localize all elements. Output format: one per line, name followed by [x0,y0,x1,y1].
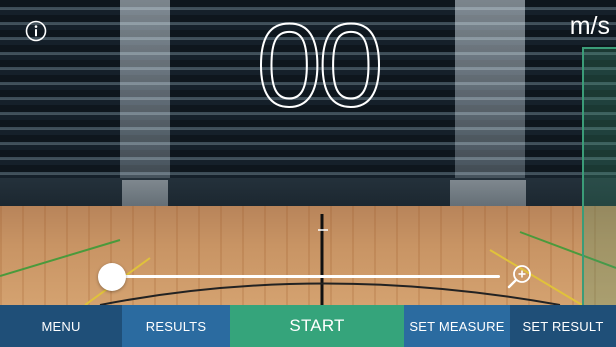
unit-label: m/s [569,12,610,40]
zoom-slider-thumb[interactable] [98,263,126,291]
speed-readout: 00 [255,0,384,132]
bottom-toolbar: MENU RESULTS START SET MEASURE SET RESUL… [0,305,616,347]
start-button[interactable]: START [230,305,404,347]
zoom-in-icon[interactable] [506,263,534,291]
set-measure-button[interactable]: SET MEASURE [404,305,510,347]
results-button[interactable]: RESULTS [122,305,230,347]
set-result-button[interactable]: SET RESULT [510,305,616,347]
measure-zone-overlay [582,47,616,305]
menu-button[interactable]: MENU [0,305,122,347]
zoom-slider-track[interactable] [112,275,500,278]
speed-camera-screen: 00 m/s MENU RESULTS START SET MEASURE SE… [0,0,616,347]
zoom-slider[interactable] [98,262,534,292]
info-icon[interactable] [25,20,47,42]
